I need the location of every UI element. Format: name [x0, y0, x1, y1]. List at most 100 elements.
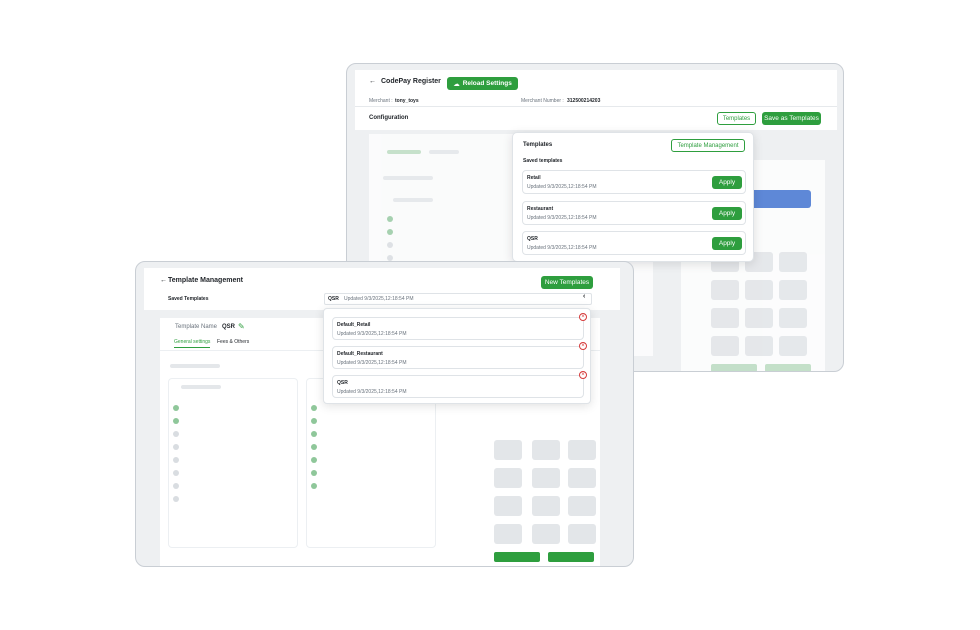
dropdown-item-default-retail[interactable]: Default_Retail Updated 9/3/2025,12:18:54…	[332, 317, 584, 340]
remove-template-icon[interactable]: ×	[579, 371, 587, 379]
remove-template-icon[interactable]: ×	[579, 313, 587, 321]
keypad-key	[711, 308, 739, 328]
checkbox-icon	[387, 242, 393, 248]
checkbox-icon	[311, 444, 317, 450]
chevron-left-icon[interactable]: ‹	[583, 293, 585, 300]
checkbox-icon	[173, 444, 179, 450]
merchant-number-value: 312500214203	[567, 98, 601, 104]
dropdown-item-qsr[interactable]: QSR Updated 9/3/2025,12:18:54 PM	[332, 375, 584, 398]
tab-general-settings[interactable]: General settings	[174, 339, 211, 348]
keypad-key	[779, 336, 807, 356]
checkbox-icon	[311, 418, 317, 424]
apply-button[interactable]: Apply	[712, 176, 742, 189]
tab-placeholder	[387, 150, 421, 154]
templates-popup-title: Templates	[523, 142, 553, 148]
template-management-window: ← Template Management New Templates Save…	[135, 261, 634, 567]
keypad-key	[532, 440, 560, 460]
keypad-key	[568, 440, 596, 460]
management-header: ← Template Management New Templates Save…	[144, 268, 620, 310]
keypad-key	[494, 440, 522, 460]
checkbox-icon	[173, 457, 179, 463]
checkbox-icon	[173, 483, 179, 489]
dropdown-item-name: Default_Retail	[337, 322, 371, 328]
template-item-name: Restaurant	[527, 206, 554, 212]
back-arrow-icon[interactable]: ←	[160, 277, 167, 284]
tab-fees-others[interactable]: Fees & Others	[217, 339, 249, 345]
apply-button[interactable]: Apply	[712, 237, 742, 250]
section-placeholder	[383, 176, 433, 180]
keypad-key	[568, 524, 596, 544]
checkbox-icon	[311, 483, 317, 489]
keypad-key	[532, 468, 560, 488]
merchant-value: tony_toys	[395, 98, 419, 104]
checkbox-icon	[311, 405, 317, 411]
settings-column	[168, 378, 298, 548]
checkbox-icon	[173, 496, 179, 502]
template-name-value: QSR	[222, 324, 236, 330]
dropdown-item-name: Default_Restaurant	[337, 351, 383, 357]
template-management-button[interactable]: Template Management	[671, 139, 745, 152]
list-header-placeholder	[393, 198, 433, 202]
checkbox-icon	[311, 457, 317, 463]
reload-settings-button[interactable]: ☁ Reload Settings	[447, 77, 518, 90]
back-arrow-icon[interactable]: ←	[369, 78, 376, 85]
apply-button[interactable]: Apply	[712, 207, 742, 220]
keypad-key	[779, 252, 807, 272]
keypad-key	[745, 336, 773, 356]
checkbox-icon	[387, 216, 393, 222]
template-item-updated: Updated 9/3/2025,12:18:54 PM	[527, 215, 597, 221]
saved-templates-label: Saved templates	[523, 158, 563, 164]
template-item-restaurant: Restaurant Updated 9/3/2025,12:18:54 PM …	[522, 201, 746, 225]
checkbox-icon	[173, 431, 179, 437]
keypad-key	[568, 468, 596, 488]
edit-pencil-icon[interactable]: ✎	[238, 322, 245, 331]
saved-templates-label: Saved Templates	[168, 296, 209, 302]
management-title: Template Management	[168, 277, 243, 284]
checkbox-icon	[173, 405, 179, 411]
remove-template-icon[interactable]: ×	[579, 342, 587, 350]
template-selector[interactable]: QSR Updated 9/3/2025,12:18:54 PM ‹	[324, 293, 592, 305]
section-placeholder	[170, 364, 220, 368]
template-item-retail: Retail Updated 9/3/2025,12:18:54 PM Appl…	[522, 170, 746, 194]
keypad-key	[779, 308, 807, 328]
selected-template-updated: Updated 9/3/2025,12:18:54 PM	[344, 296, 414, 302]
keypad-key	[745, 280, 773, 300]
action-button[interactable]	[548, 552, 594, 562]
keypad-key	[711, 336, 739, 356]
list-header-placeholder	[181, 385, 221, 389]
dropdown-item-updated: Updated 9/3/2025,12:18:54 PM	[337, 331, 407, 337]
template-item-updated: Updated 9/3/2025,12:18:54 PM	[527, 184, 597, 190]
register-title: CodePay Register	[381, 78, 441, 85]
reload-settings-label: Reload Settings	[462, 80, 512, 87]
template-dropdown: Default_Retail Updated 9/3/2025,12:18:54…	[323, 308, 591, 404]
template-item-updated: Updated 9/3/2025,12:18:54 PM	[527, 245, 597, 251]
new-templates-button[interactable]: New Templates	[541, 276, 593, 289]
merchant-label: Merchant :	[369, 98, 393, 104]
keypad-key	[711, 280, 739, 300]
tab-placeholder	[429, 150, 459, 154]
dropdown-item-default-restaurant[interactable]: Default_Restaurant Updated 9/3/2025,12:1…	[332, 346, 584, 369]
keypad-key	[568, 496, 596, 516]
template-item-name: Retail	[527, 175, 541, 181]
templates-button[interactable]: Templates	[717, 112, 756, 125]
keypad-key	[779, 280, 807, 300]
checkbox-icon	[173, 418, 179, 424]
checkbox-icon	[173, 470, 179, 476]
keypad-key	[532, 524, 560, 544]
configuration-bar: Configuration Templates Save as Template…	[355, 106, 837, 130]
dropdown-item-name: QSR	[337, 380, 348, 386]
checkbox-icon	[311, 431, 317, 437]
configuration-title: Configuration	[369, 115, 409, 121]
keypad-key	[745, 308, 773, 328]
action-button[interactable]	[494, 552, 540, 562]
template-item-qsr: QSR Updated 9/3/2025,12:18:54 PM Apply	[522, 231, 746, 255]
keypad-key	[532, 496, 560, 516]
action-button-placeholder	[765, 364, 811, 371]
action-button-placeholder	[711, 364, 757, 371]
checkbox-icon	[387, 229, 393, 235]
save-as-templates-button[interactable]: Save as Templates	[762, 112, 821, 125]
keypad-key	[494, 468, 522, 488]
keypad-key	[494, 524, 522, 544]
dropdown-item-updated: Updated 9/3/2025,12:18:54 PM	[337, 389, 407, 395]
template-item-name: QSR	[527, 236, 538, 242]
